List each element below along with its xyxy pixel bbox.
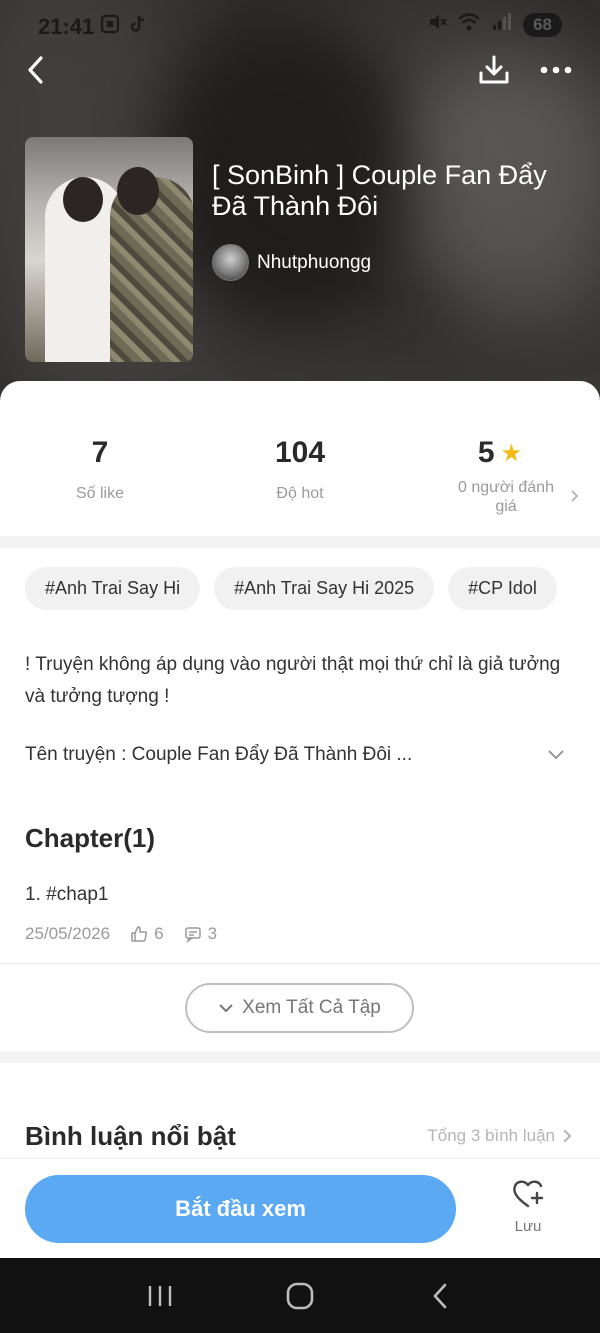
comments-total: Tổng 3 bình luận: [427, 1126, 555, 1145]
nav-back-button[interactable]: [410, 1266, 470, 1326]
thin-divider: [0, 963, 600, 964]
status-bar: 21:41 68: [0, 0, 600, 52]
section-divider: [0, 1051, 600, 1063]
likes-label: Số like: [75, 485, 125, 502]
hot-value: 104: [274, 436, 326, 469]
start-reading-button[interactable]: Bắt đầu xem: [25, 1175, 456, 1243]
stats-row: 7 Số like 104 Độ hot 5 ★ 0 người đánh giá: [0, 436, 600, 516]
save-button[interactable]: Lưu: [503, 1179, 553, 1235]
stat-likes: 7 Số like: [0, 436, 200, 516]
comments-total-link[interactable]: Tổng 3 bình luận: [427, 1126, 572, 1146]
mute-icon: [427, 12, 447, 37]
chapter-comments: 3: [207, 924, 218, 943]
chevron-down-icon: [219, 1004, 233, 1013]
download-button[interactable]: [472, 48, 516, 92]
signal-icon: [491, 12, 513, 37]
heart-add-icon: [513, 1180, 544, 1208]
see-all-label: Xem Tất Cả Tập: [242, 997, 381, 1018]
author-info[interactable]: Nhutphuongg: [212, 244, 371, 281]
chapter-heading: Chapter(1): [25, 823, 156, 853]
chapter-item-title[interactable]: 1. #chap1: [25, 884, 108, 906]
rating-label: 0 người đánh giá: [458, 479, 554, 515]
home-button[interactable]: [270, 1266, 330, 1326]
tag-chip[interactable]: #Anh Trai Say Hi 2025: [214, 567, 435, 610]
tiktok-icon: [128, 14, 148, 34]
chevron-right-icon: [563, 1129, 572, 1143]
description-expand[interactable]: Tên truyện : Couple Fan Đẩy Đã Thành Đôi…: [25, 744, 565, 766]
tag-chip[interactable]: #CP Idol: [448, 567, 557, 610]
tag-list: #Anh Trai Say Hi #Anh Trai Say Hi 2025 #…: [25, 567, 557, 610]
stat-rating[interactable]: 5 ★ 0 người đánh giá: [400, 436, 600, 516]
thumbs-up-icon: [130, 925, 148, 943]
chevron-right-icon: [571, 488, 579, 507]
more-button[interactable]: [534, 48, 578, 92]
story-title: [ SonBinh ] Couple Fan Đẩy Đã Thành Đôi: [212, 160, 547, 221]
chapter-likes: 6: [154, 924, 164, 943]
story-cover-image[interactable]: [25, 137, 193, 362]
bottom-action-bar: Bắt đầu xem Lưu: [0, 1158, 600, 1258]
back-arrow-icon: [433, 1283, 447, 1308]
hot-label: Độ hot: [276, 485, 324, 502]
comment-icon: [184, 925, 202, 943]
author-name: Nhutphuongg: [257, 251, 372, 273]
chevron-left-icon: [28, 56, 43, 84]
chevron-down-icon: [547, 745, 565, 766]
description-text: ! Truyện không áp dụng vào người thật mọ…: [25, 654, 561, 707]
back-button[interactable]: [14, 48, 58, 92]
comments-heading: Bình luận nổi bật: [25, 1121, 236, 1151]
detail-sheet: 7 Số like 104 Độ hot 5 ★ 0 người đánh giá…: [0, 381, 600, 1261]
star-icon: ★: [500, 439, 523, 467]
avatar: [212, 244, 249, 281]
wifi-icon: [457, 12, 481, 37]
description-summary: Tên truyện : Couple Fan Đẩy Đã Thành Đôi…: [25, 744, 413, 765]
battery-indicator: 68: [523, 12, 562, 37]
stat-hot: 104 Độ hot: [200, 436, 400, 516]
download-icon: [479, 55, 509, 84]
chapter-item-meta: 25/05/2026 6 3: [25, 924, 217, 944]
likes-value: 7: [91, 436, 109, 469]
recent-apps-icon: [148, 1285, 172, 1306]
save-label: Lưu: [514, 1218, 542, 1235]
chapter-date: 25/05/2026: [25, 924, 111, 943]
screenshot-icon: [100, 14, 120, 34]
more-dots-icon: [540, 66, 572, 74]
section-divider: [0, 536, 600, 548]
tag-chip[interactable]: #Anh Trai Say Hi: [25, 567, 201, 610]
home-circle-icon: [286, 1282, 314, 1309]
see-all-chapters-button[interactable]: Xem Tất Cả Tập: [185, 983, 414, 1033]
rating-value: 5: [477, 436, 495, 469]
status-time: 21:41: [38, 14, 95, 39]
recent-apps-button[interactable]: [130, 1266, 190, 1326]
system-nav-bar: [0, 1258, 600, 1333]
